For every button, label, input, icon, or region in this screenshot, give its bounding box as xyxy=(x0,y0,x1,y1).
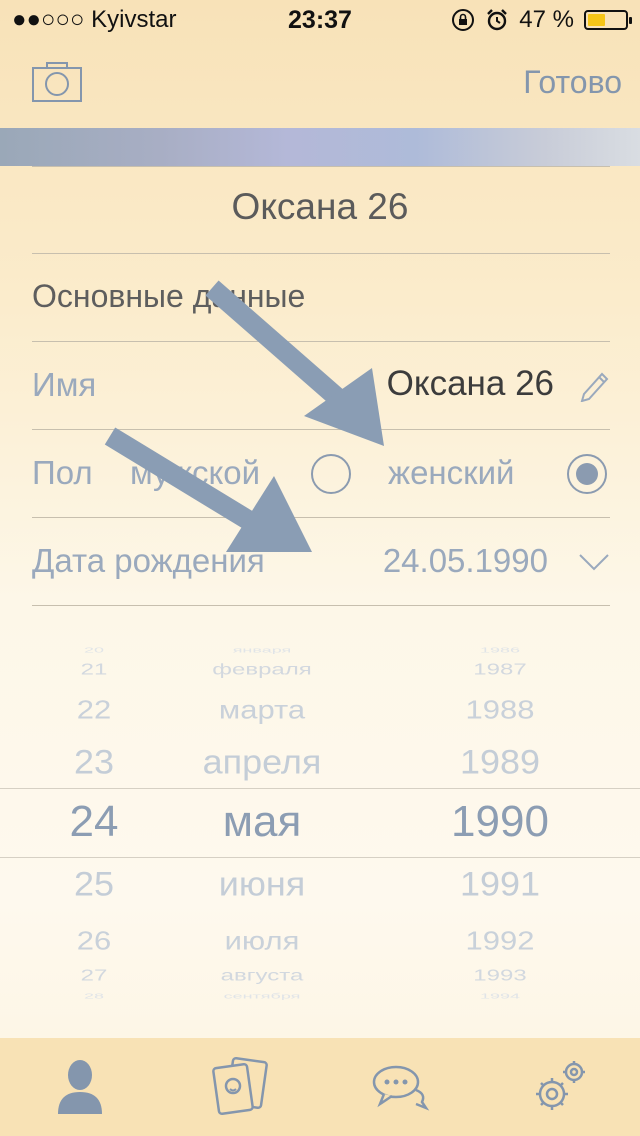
picker-year-option[interactable]: 1993 xyxy=(430,968,570,984)
contact-cards-icon xyxy=(212,1056,268,1116)
picker-day-option[interactable]: 28 xyxy=(49,992,139,999)
annotation-arrows xyxy=(104,280,384,552)
picker-month-option[interactable]: февраля xyxy=(162,662,362,678)
picker-month-option[interactable]: июня xyxy=(162,866,362,901)
tab-contacts[interactable] xyxy=(210,1056,270,1116)
annotation-arrow-icon xyxy=(205,280,384,446)
picker-day-option[interactable]: 25 xyxy=(49,866,139,901)
date-picker[interactable]: 20 21 22 23 24 25 26 27 28 января февраля марта апре… xyxy=(0,620,640,1020)
picker-month-option[interactable]: сентября xyxy=(162,992,362,999)
picker-year-option[interactable]: 1992 xyxy=(430,927,570,953)
picker-month-option[interactable]: августа xyxy=(162,968,362,984)
picker-year-option[interactable]: 1994 xyxy=(430,992,570,999)
picker-day-option[interactable]: 22 xyxy=(49,696,139,722)
picker-day-option[interactable]: 26 xyxy=(49,927,139,953)
chat-bubbles-icon xyxy=(372,1065,430,1111)
picker-day-option[interactable]: 23 xyxy=(49,744,139,779)
tab-bar xyxy=(0,1038,640,1136)
picker-day-option[interactable]: 27 xyxy=(49,968,139,984)
picker-year-option[interactable]: 1987 xyxy=(430,662,570,678)
person-icon xyxy=(58,1060,102,1114)
picker-month-option[interactable]: апреля xyxy=(162,744,362,779)
picker-year-option[interactable]: 1991 xyxy=(430,866,570,901)
picker-year-option[interactable]: 1988 xyxy=(430,696,570,722)
annotation-arrow-icon xyxy=(104,427,312,552)
picker-month-option[interactable]: июля xyxy=(162,927,362,953)
gears-icon xyxy=(536,1061,585,1110)
picker-year-option[interactable]: 1989 xyxy=(430,744,570,779)
picker-day-selected[interactable]: 24 xyxy=(49,800,139,844)
picker-month-option[interactable]: марта xyxy=(162,696,362,722)
tab-profile[interactable] xyxy=(50,1056,110,1116)
picker-month-selected[interactable]: мая xyxy=(162,800,362,844)
tab-settings[interactable] xyxy=(530,1056,590,1116)
picker-year-selected[interactable]: 1990 xyxy=(430,800,570,844)
picker-month-option[interactable]: января xyxy=(162,646,362,653)
picker-day-option[interactable]: 21 xyxy=(49,662,139,678)
picker-year-option[interactable]: 1986 xyxy=(430,646,570,653)
picker-day-option[interactable]: 20 xyxy=(49,646,139,653)
tab-messages[interactable] xyxy=(370,1056,430,1116)
